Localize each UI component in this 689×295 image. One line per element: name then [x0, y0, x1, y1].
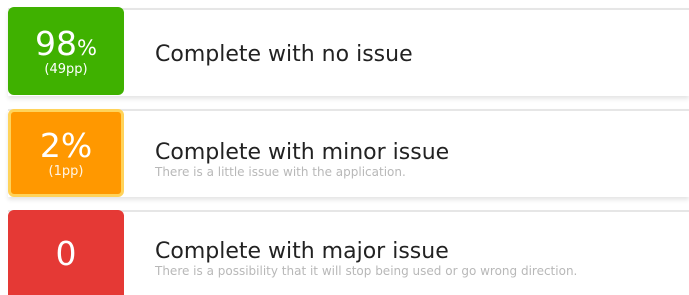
item-title: Complete with no issue — [155, 42, 413, 68]
badge-suffix: % — [77, 35, 97, 60]
status-badge: 98% (49pp) — [8, 7, 124, 95]
item-title: Complete with minor issue — [155, 140, 450, 166]
badge-value-line: 0 — [56, 237, 77, 270]
badge-value-line: 98% — [35, 27, 97, 60]
list-item: 98% (49pp) Complete with no issue — [8, 7, 689, 98]
item-title: Complete with major issue — [155, 239, 449, 265]
badge-sub-count: (1pp) — [48, 163, 84, 179]
badge-value: 98 — [35, 23, 78, 63]
list-item: 2% (1pp) Complete with minor issue There… — [8, 109, 689, 197]
list-item: 0 Complete with major issue There is a p… — [8, 210, 689, 295]
item-text: Complete with no issue — [155, 12, 413, 98]
badge-suffix: % — [60, 125, 93, 165]
item-description: There is a possibility that it will stop… — [155, 264, 578, 279]
status-badge: 2% (1pp) — [8, 109, 124, 197]
issue-summary-list: 98% (49pp) Complete with no issue 2% (1p… — [0, 0, 689, 295]
status-badge: 0 — [8, 210, 124, 295]
item-text: Complete with major issue There is a pos… — [155, 216, 577, 295]
item-text: Complete with minor issue There is a lit… — [155, 117, 449, 203]
badge-sub-count: (49pp) — [44, 61, 88, 77]
badge-value: 2 — [39, 125, 61, 165]
badge-value-line: 2% — [40, 129, 92, 162]
item-description: There is a little issue with the applica… — [155, 165, 406, 180]
badge-value: 0 — [55, 234, 77, 273]
